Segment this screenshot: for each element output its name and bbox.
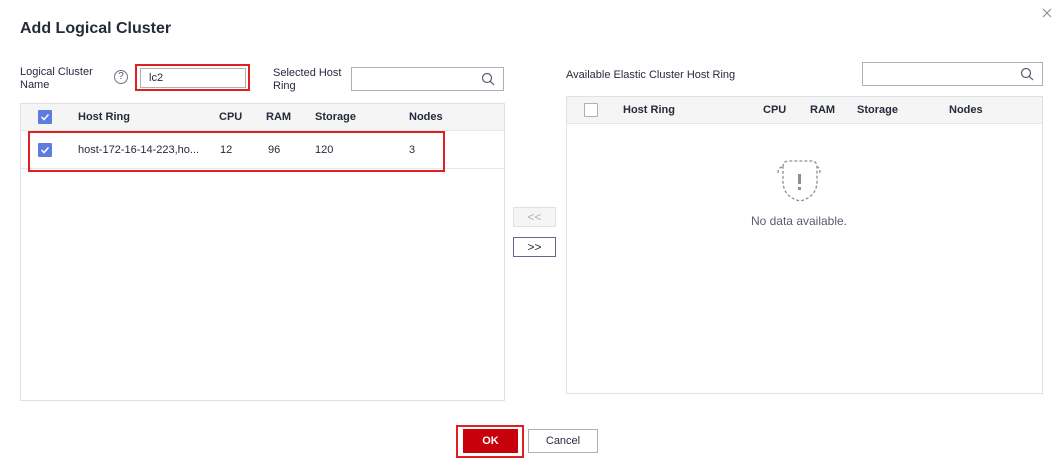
- empty-state-text: No data available.: [750, 214, 848, 228]
- cancel-button[interactable]: Cancel: [528, 429, 598, 453]
- column-cpu[interactable]: CPU: [763, 104, 786, 116]
- select-all-checkbox[interactable]: [38, 110, 52, 124]
- search-icon[interactable]: [1020, 67, 1034, 81]
- column-host-ring[interactable]: Host Ring: [78, 111, 130, 123]
- select-all-checkbox[interactable]: [584, 103, 598, 117]
- column-nodes[interactable]: Nodes: [409, 111, 443, 123]
- column-host-ring[interactable]: Host Ring: [623, 104, 675, 116]
- column-storage[interactable]: Storage: [857, 104, 898, 116]
- available-search-box: [862, 62, 1043, 86]
- empty-data-icon: [777, 160, 821, 202]
- ok-button[interactable]: OK: [463, 429, 518, 453]
- available-search-input[interactable]: [863, 63, 1042, 85]
- column-nodes[interactable]: Nodes: [949, 104, 983, 116]
- check-icon: [40, 113, 50, 121]
- table-header: Host Ring CPU RAM Storage Nodes: [21, 104, 504, 131]
- column-ram[interactable]: RAM: [810, 104, 835, 116]
- search-icon[interactable]: [481, 72, 495, 86]
- column-cpu[interactable]: CPU: [219, 111, 242, 123]
- close-icon[interactable]: [1040, 6, 1054, 20]
- available-host-ring-label: Available Elastic Cluster Host Ring: [566, 69, 736, 81]
- help-icon[interactable]: ?: [114, 70, 128, 84]
- column-ram[interactable]: RAM: [266, 111, 291, 123]
- row-highlight: [28, 131, 445, 172]
- available-host-ring-table: Host Ring CPU RAM Storage Nodes: [566, 96, 1043, 394]
- selected-search-box: [351, 67, 504, 91]
- cluster-name-input[interactable]: [140, 68, 246, 88]
- move-to-available-button[interactable]: >>: [513, 237, 556, 257]
- cluster-name-label: Logical Cluster Name: [20, 66, 93, 91]
- move-to-selected-button[interactable]: <<: [513, 207, 556, 227]
- column-storage[interactable]: Storage: [315, 111, 356, 123]
- selected-host-ring-label: Selected Host Ring: [273, 67, 342, 92]
- dialog-title: Add Logical Cluster: [20, 20, 172, 37]
- table-header: Host Ring CPU RAM Storage Nodes: [567, 97, 1042, 124]
